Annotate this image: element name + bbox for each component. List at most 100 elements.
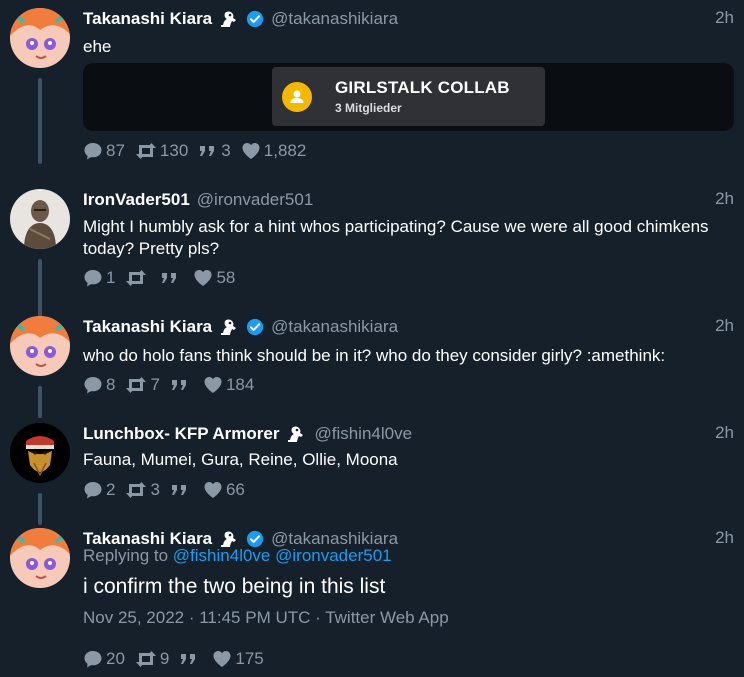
avatar[interactable]: [10, 316, 70, 376]
like-count: 58: [216, 268, 236, 287]
tweet-time[interactable]: 2h: [715, 423, 734, 443]
retweet-icon: [125, 375, 147, 395]
tweet-header: Lunchbox- KFP Armorer @fishin4l0ve: [83, 423, 412, 445]
verified-badge-icon: [246, 10, 264, 28]
like-button[interactable]: 66: [203, 480, 245, 500]
reply-count: 20: [106, 649, 125, 668]
like-button[interactable]: 175: [212, 649, 264, 669]
reply-icon: [83, 141, 103, 161]
mention-link[interactable]: @fishin4l0ve: [173, 546, 271, 565]
reply-button[interactable]: 87: [83, 141, 125, 161]
tweet-text: Might I humbly ask for a hint whos parti…: [83, 217, 709, 258]
retweet-count: 9: [159, 649, 170, 668]
oshi-mark-icon: [218, 8, 240, 30]
retweet-count: 3: [150, 480, 160, 499]
group-icon: [282, 82, 312, 112]
group-card: GIRLSTALK COLLAB 3 Mitglieder: [272, 67, 545, 126]
thread-line: [38, 386, 42, 418]
like-count: 66: [225, 480, 245, 499]
thread-line: [38, 78, 42, 164]
author-name[interactable]: Takanashi Kiara: [83, 317, 212, 337]
tweet-header: IronVader501 @ironvader501: [83, 189, 313, 211]
embedded-image[interactable]: GIRLSTALK COLLAB 3 Mitglieder: [83, 63, 734, 131]
like-button[interactable]: 1,882: [241, 141, 307, 161]
heart-icon: [193, 268, 213, 288]
quote-count: 3: [221, 141, 231, 160]
like-count: 175: [235, 649, 264, 668]
thread-line: [38, 493, 42, 525]
quote-button[interactable]: [170, 375, 193, 395]
tweet-actions: 1 58: [83, 267, 245, 289]
retweet-icon: [135, 141, 157, 161]
reply-icon: [83, 375, 103, 395]
like-button[interactable]: 58: [193, 268, 235, 288]
tweet-text: ehe: [83, 37, 112, 56]
reply-icon: [83, 480, 103, 500]
tweet-date[interactable]: Nov 25, 2022 · 11:45 PM UTC · Twitter We…: [83, 608, 449, 628]
reply-count: 2: [106, 480, 116, 499]
reply-count: 8: [106, 375, 116, 394]
avatar[interactable]: [10, 189, 70, 249]
retweet-button[interactable]: 7: [125, 375, 160, 395]
retweet-button[interactable]: 130: [135, 141, 188, 161]
tweet-header: Takanashi Kiara @takanashikiara: [83, 8, 398, 30]
quote-icon: [170, 480, 190, 500]
retweet-button[interactable]: 3: [125, 480, 160, 500]
tweet-time[interactable]: 2h: [715, 8, 734, 28]
avatar[interactable]: [10, 423, 70, 483]
avatar[interactable]: [10, 528, 70, 588]
author-name[interactable]: Lunchbox- KFP Armorer: [83, 424, 279, 444]
author-handle[interactable]: @ironvader501: [197, 190, 314, 210]
reply-button[interactable]: 2: [83, 480, 115, 500]
avatar[interactable]: [10, 8, 70, 68]
author-handle[interactable]: @fishin4l0ve: [314, 424, 412, 444]
oshi-mark-icon: [218, 316, 240, 338]
retweet-button[interactable]: [125, 268, 150, 288]
retweet-icon: [125, 480, 147, 500]
tweet-time[interactable]: 2h: [715, 528, 734, 548]
retweet-count: 130: [159, 141, 189, 160]
quote-button[interactable]: [160, 268, 183, 288]
reply-button[interactable]: 8: [83, 375, 115, 395]
author-handle[interactable]: @takanashikiara: [271, 9, 398, 29]
quote-button[interactable]: [179, 649, 202, 669]
reply-icon: [83, 268, 103, 288]
like-button[interactable]: 184: [203, 375, 254, 395]
retweet-count: 7: [150, 375, 160, 394]
quote-icon: [179, 649, 199, 669]
reply-count: 87: [106, 141, 125, 160]
group-member-count: 3 Mitglieder: [335, 101, 402, 115]
retweet-button[interactable]: 9: [135, 649, 169, 669]
quote-icon: [198, 141, 218, 161]
people-icon: [290, 90, 304, 103]
heart-icon: [241, 141, 261, 161]
like-count: 184: [225, 375, 255, 394]
retweet-icon: [125, 268, 147, 288]
tweet-actions: 87 130 3 1,882: [83, 140, 316, 162]
heart-icon: [203, 480, 223, 500]
replying-label: Replying to: [83, 546, 169, 565]
retweet-icon: [135, 649, 157, 669]
tweet-actions: 20 9 175: [83, 648, 274, 670]
tweet-header: Takanashi Kiara @takanashikiara: [83, 316, 398, 338]
replying-to: Replying to @fishin4l0ve @ironvader501: [83, 546, 392, 566]
tweet-text: i confirm the two being in this list: [83, 575, 386, 598]
oshi-mark-icon: [285, 423, 307, 445]
heart-icon: [203, 375, 223, 395]
mention-link[interactable]: @ironvader501: [275, 546, 392, 565]
reply-button[interactable]: 1: [83, 268, 115, 288]
tweet-time[interactable]: 2h: [715, 189, 734, 209]
reply-button[interactable]: 20: [83, 649, 125, 669]
author-handle[interactable]: @takanashikiara: [271, 317, 398, 337]
author-name[interactable]: Takanashi Kiara: [83, 9, 212, 29]
verified-badge-icon: [246, 318, 264, 336]
quote-button[interactable]: 3: [198, 141, 231, 161]
tweet-text: who do holo fans think should be in it? …: [83, 346, 666, 365]
quote-button[interactable]: [170, 480, 193, 500]
quote-icon: [160, 268, 180, 288]
author-name[interactable]: IronVader501: [83, 190, 190, 210]
heart-icon: [212, 649, 232, 669]
like-count: 1,882: [263, 141, 307, 160]
tweet-time[interactable]: 2h: [715, 316, 734, 336]
tweet-actions: 8 7 184: [83, 374, 264, 396]
